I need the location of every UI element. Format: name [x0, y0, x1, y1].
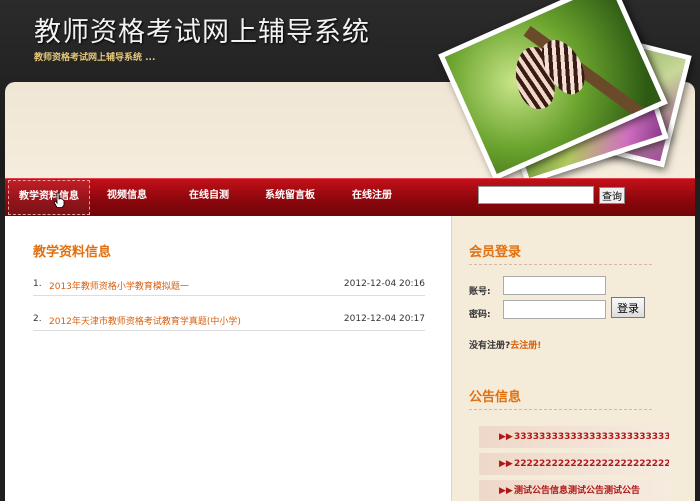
nav-item-teaching-materials[interactable]: 教学资料信息	[8, 180, 90, 215]
list-item: 1. 2013年教师资格小学教育模拟题一 2012-12-04 20:16	[33, 276, 425, 296]
notice-text: 333333333333333333333333333	[514, 432, 669, 442]
section-title: 教学资料信息	[33, 245, 112, 260]
account-label: 账号:	[469, 287, 491, 297]
double-right-arrow-icon: ▶▶	[499, 459, 513, 469]
notice-item[interactable]: ▶▶ 333333333333333333333333333	[479, 426, 669, 448]
nav-item-videos[interactable]: 视频信息	[107, 179, 147, 217]
site-subtitle: 教师资格考试网上辅导系统 ...	[34, 53, 156, 63]
article-date: 2012-12-04 20:17	[343, 314, 425, 324]
nav-item-message-board[interactable]: 系统留言板	[265, 179, 315, 217]
article-link[interactable]: 2012年天津市教师资格考试教育学真题(中小学)	[49, 314, 241, 327]
login-button[interactable]: 登录	[611, 297, 645, 318]
search-input[interactable]	[478, 186, 594, 204]
notice-title: 公告信息	[469, 386, 652, 410]
site-header: 教师资格考试网上辅导系统 教师资格考试网上辅导系统 ...	[0, 0, 700, 185]
double-right-arrow-icon: ▶▶	[499, 432, 513, 442]
notice-item[interactable]: ▶▶ 测试公告信息测试公告测试公告	[479, 480, 669, 501]
login-title: 会员登录	[469, 241, 652, 265]
notice-text: 2222222222222222222222222222	[514, 459, 669, 469]
article-number: 2.	[33, 314, 42, 324]
register-link[interactable]: 去注册!	[510, 341, 541, 351]
password-label: 密码:	[469, 310, 491, 320]
nav-item-online-test[interactable]: 在线自测	[189, 179, 229, 217]
account-field[interactable]	[503, 276, 606, 295]
notice-item[interactable]: ▶▶ 2222222222222222222222222222	[479, 453, 669, 475]
register-prompt: 没有注册?	[469, 341, 511, 351]
double-right-arrow-icon: ▶▶	[499, 486, 513, 496]
article-link[interactable]: 2013年教师资格小学教育模拟题一	[49, 279, 189, 292]
list-item: 2. 2012年天津市教师资格考试教育学真题(中小学) 2012-12-04 2…	[33, 311, 425, 331]
password-field[interactable]	[503, 300, 606, 319]
sidebar: 会员登录 账号: 密码: 登录 没有注册?去注册! 公告信息 ▶▶ 333333…	[451, 216, 695, 501]
register-prompt-row: 没有注册?去注册!	[469, 338, 541, 351]
article-date: 2012-12-04 20:16	[343, 279, 425, 289]
notice-text: 测试公告信息测试公告测试公告	[514, 486, 641, 496]
nav-item-register[interactable]: 在线注册	[352, 179, 392, 217]
search-button[interactable]: 查询	[599, 187, 625, 204]
site-title: 教师资格考试网上辅导系统	[34, 17, 370, 48]
hand-pointer-icon	[54, 192, 65, 208]
main-content: 教学资料信息 1. 2013年教师资格小学教育模拟题一 2012-12-04 2…	[5, 216, 451, 501]
article-number: 1.	[33, 279, 42, 289]
